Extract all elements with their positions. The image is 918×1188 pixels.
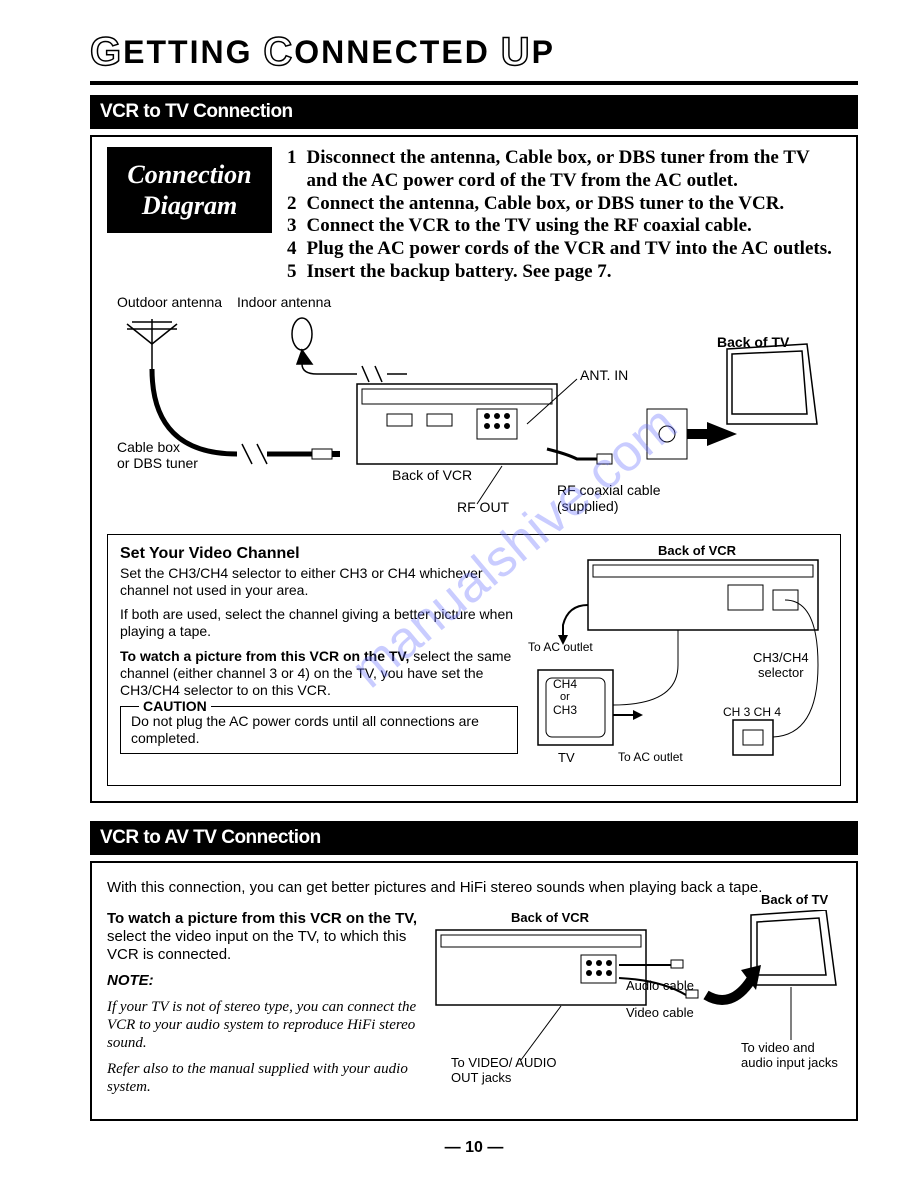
- label-audio-cable: Audio cable: [626, 978, 694, 993]
- title-rest-1: ETTING: [123, 34, 252, 70]
- label-back-vcr-3: Back of VCR: [511, 910, 589, 925]
- tv-ch3: CH3: [553, 703, 577, 717]
- section1-box: manualshive.com Connection Diagram 1Disc…: [90, 135, 858, 803]
- step-num: 4: [287, 238, 297, 261]
- caution-text: Do not plug the AC power cords until all…: [131, 713, 479, 746]
- label-video-cable: Video cable: [626, 1005, 694, 1020]
- label-back-tv-2: Back of TV: [761, 892, 828, 907]
- video-channel-diagram: Back of VCR To AC outlet CH4 or CH3 TV T…: [528, 545, 828, 775]
- tv-ch4: CH4: [553, 677, 577, 691]
- note-1: If your TV is not of stereo type, you ca…: [107, 998, 421, 1052]
- video-channel-p1: Set the CH3/CH4 selector to either CH3 o…: [120, 565, 518, 599]
- label-ant-in: ANT. IN: [580, 367, 628, 383]
- label-switch: CH 3 CH 4: [723, 705, 781, 719]
- label-back-of-tv: Back of TV: [717, 334, 789, 350]
- section2-intro: With this connection, you can get better…: [107, 879, 841, 896]
- av-diagram: Back of VCR Back of TV Audio cable Video…: [431, 910, 841, 1104]
- video-channel-title: Set Your Video Channel: [120, 545, 518, 563]
- label-tv: TV: [558, 750, 575, 765]
- title-rest-3: P: [532, 34, 555, 70]
- page-title: GETTING CONNECTED UP: [90, 30, 858, 85]
- caution-label: CAUTION: [139, 698, 211, 715]
- label-to-ac-1: To AC outlet: [528, 640, 593, 654]
- video-channel-p3-bold: To watch a picture from this VCR on the …: [120, 648, 409, 664]
- step-num: 3: [287, 215, 297, 238]
- title-cap-g: G: [90, 30, 123, 74]
- step-text: Plug the AC power cords of the VCR and T…: [307, 238, 832, 261]
- label-outdoor-antenna: Outdoor antenna: [117, 294, 222, 310]
- section-bar-av: VCR to AV TV Connection: [90, 821, 858, 855]
- note-2: Refer also to the manual supplied with y…: [107, 1060, 421, 1096]
- tv-or: or: [560, 691, 570, 703]
- chip-line2: Diagram: [142, 191, 237, 220]
- chip-line1: Connection: [127, 160, 251, 189]
- note-label: NOTE:: [107, 972, 421, 990]
- step-text: Insert the backup battery. See page 7.: [307, 261, 612, 284]
- page-number: — 10 —: [90, 1139, 858, 1157]
- caution-box: CAUTION Do not plug the AC power cords u…: [120, 706, 518, 754]
- step-text: Disconnect the antenna, Cable box, or DB…: [307, 147, 842, 193]
- step-num: 1: [287, 147, 297, 193]
- video-channel-p2: If both are used, select the channel giv…: [120, 606, 518, 640]
- label-rf-cable: RF coaxial cable (supplied): [557, 482, 661, 514]
- video-channel-box: Set Your Video Channel Set the CH3/CH4 s…: [107, 534, 841, 786]
- label-to-ac-2: To AC outlet: [618, 750, 683, 764]
- title-rest-2: ONNECTED: [294, 34, 490, 70]
- step-num: 2: [287, 193, 297, 216]
- section2-box: With this connection, you can get better…: [90, 861, 858, 1121]
- label-selector: CH3/CH4 selector: [753, 650, 809, 680]
- title-cap-c: C: [263, 30, 294, 74]
- label-to-input-jacks: To video and audio input jacks: [741, 1040, 841, 1070]
- label-back-of-vcr-2: Back of VCR: [658, 543, 736, 558]
- section-bar-vcr-tv: VCR to TV Connection: [90, 95, 858, 129]
- watch-bold: To watch a picture from this VCR on the …: [107, 910, 417, 927]
- label-indoor-antenna: Indoor antenna: [237, 294, 331, 310]
- watch-rest: select the video input on the TV, to whi…: [107, 928, 406, 963]
- label-cable-box: Cable box or DBS tuner: [117, 439, 198, 471]
- step-text: Connect the antenna, Cable box, or DBS t…: [307, 193, 785, 216]
- title-cap-u: U: [501, 30, 532, 74]
- step-text: Connect the VCR to the TV using the RF c…: [307, 215, 752, 238]
- label-rf-out: RF OUT: [457, 499, 509, 515]
- connection-diagram-chip: Connection Diagram: [107, 147, 272, 233]
- step-num: 5: [287, 261, 297, 284]
- connection-steps: 1Disconnect the antenna, Cable box, or D…: [287, 147, 841, 284]
- label-back-of-vcr: Back of VCR: [392, 467, 472, 483]
- connection-diagram-1: Outdoor antenna Indoor antenna Cable box…: [107, 294, 841, 524]
- label-to-video-audio: To VIDEO/ AUDIO OUT jacks: [451, 1055, 581, 1085]
